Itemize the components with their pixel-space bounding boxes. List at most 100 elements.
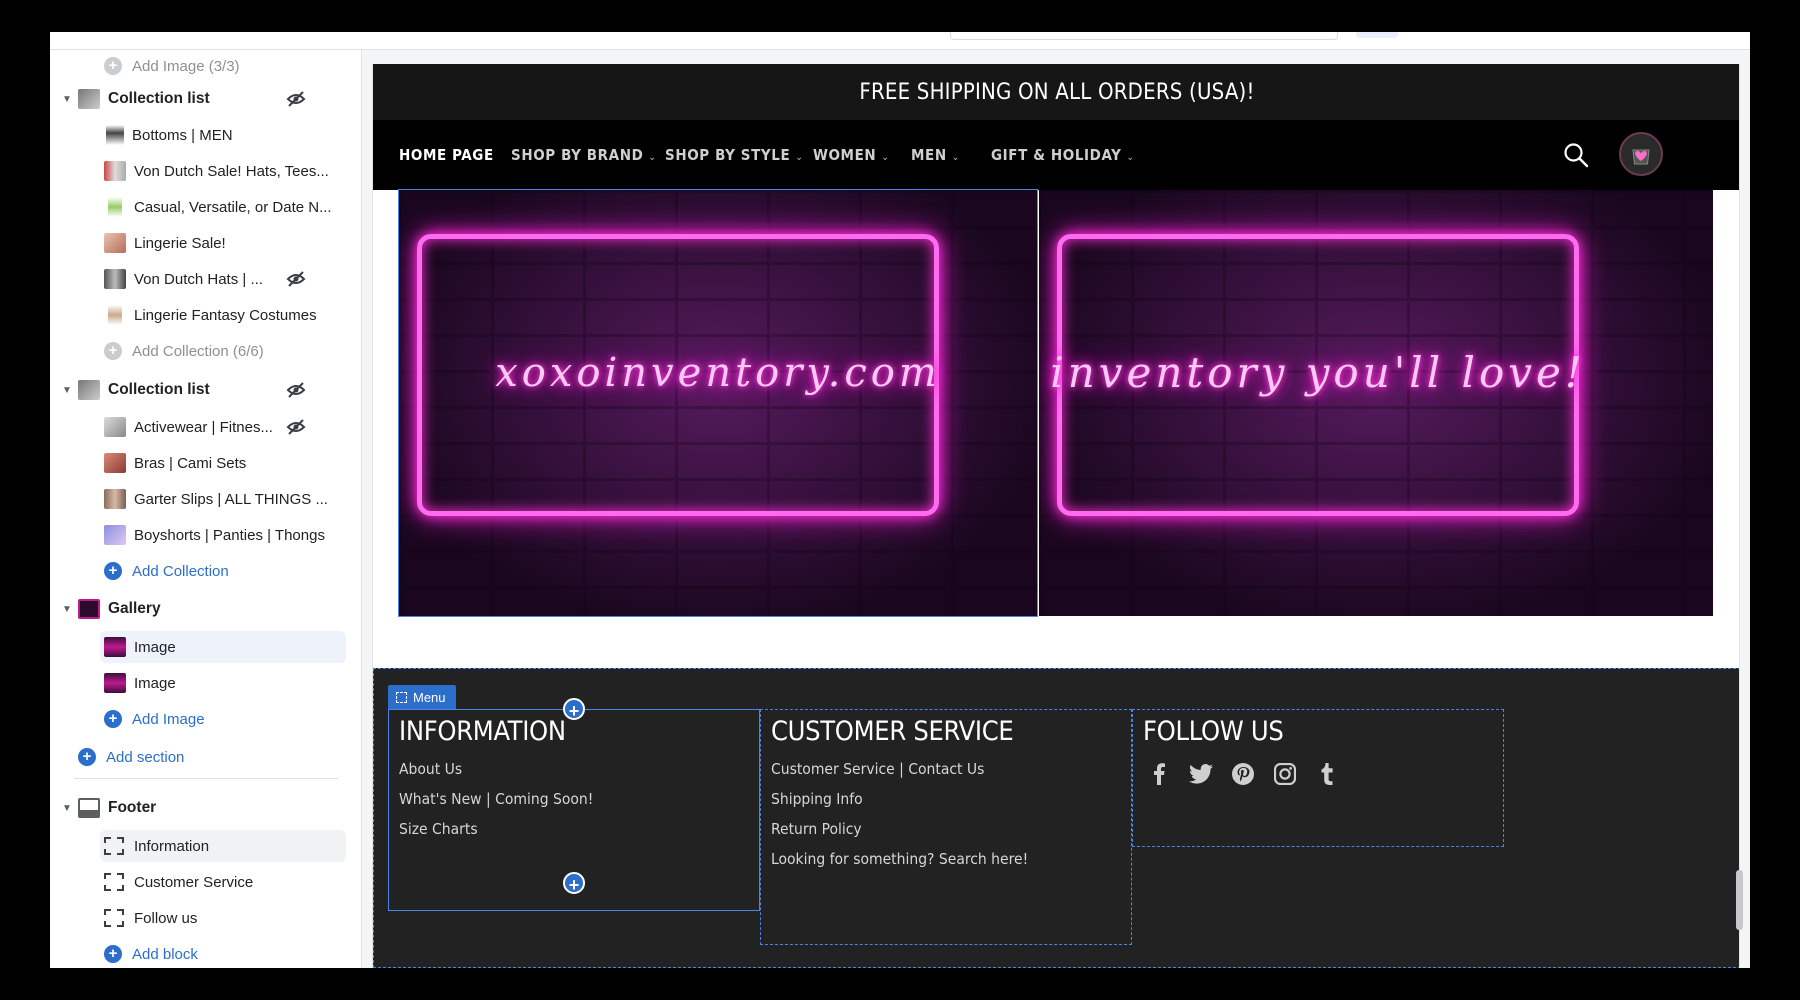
collection-thumbnail xyxy=(104,525,126,545)
sidebar-item-label: Collection list xyxy=(108,90,210,107)
collection-list-icon xyxy=(78,380,100,400)
collection-list-icon xyxy=(78,89,100,109)
sidebar-item-bottoms-men[interactable]: Bottoms | MEN xyxy=(50,118,361,152)
nav-men[interactable]: MEN ⌄ xyxy=(911,146,960,164)
footer-link-whats-new[interactable]: What's New | Coming Soon! xyxy=(399,790,593,808)
footer-icon xyxy=(78,798,100,818)
sidebar-item-follow-us[interactable]: Follow us xyxy=(50,901,361,935)
footer-heading: INFORMATION xyxy=(399,716,566,747)
footer-link-search[interactable]: Looking for something? Search here! xyxy=(771,850,1028,868)
sidebar-item-customer-service[interactable]: Customer Service xyxy=(50,865,361,899)
collection-thumbnail xyxy=(108,305,122,325)
caret-down-icon[interactable]: ▼ xyxy=(56,803,78,814)
sidebar-item-von-dutch-hats[interactable]: Von Dutch Hats | ... xyxy=(50,262,361,296)
nav-label: SHOP BY BRAND xyxy=(511,146,644,164)
sidebar-item-von-dutch-sale[interactable]: Von Dutch Sale! Hats, Tees... xyxy=(50,154,361,188)
add-image-button[interactable]: + Add Image xyxy=(50,702,361,736)
twitter-icon[interactable] xyxy=(1189,762,1213,786)
sidebar-item-boyshorts[interactable]: Boyshorts | Panties | Thongs xyxy=(50,518,361,552)
footer-column-follow-us[interactable]: FOLLOW US xyxy=(1132,709,1504,847)
storefront-page: FREE SHIPPING ON ALL ORDERS (USA)! HOME … xyxy=(372,64,1740,968)
editor-window: + Add Image (3/3) ▼ Collection list Bott… xyxy=(50,32,1750,968)
add-block-bottom-button[interactable]: + xyxy=(563,872,585,895)
collection-thumbnail xyxy=(108,197,122,217)
footer-link-size-charts[interactable]: Size Charts xyxy=(399,820,478,838)
gallery-image-left[interactable]: xoxoinventory.com xyxy=(398,189,1038,617)
sidebar-item-information[interactable]: Information xyxy=(50,829,361,863)
collection-thumbnail xyxy=(104,161,126,181)
sidebar-item-collection-list-2[interactable]: ▼ Collection list xyxy=(50,373,361,407)
nav-label: MEN xyxy=(911,146,947,164)
sidebar-item-label: Lingerie Sale! xyxy=(134,234,226,252)
chevron-down-icon: ⌄ xyxy=(795,152,804,163)
add-collection-button[interactable]: + Add Collection xyxy=(50,554,361,588)
sidebar-item-image-2[interactable]: Image xyxy=(50,666,361,700)
gallery-section[interactable]: xoxoinventory.com inventory you'll love! xyxy=(398,189,1713,617)
nav-shop-by-brand[interactable]: SHOP BY BRAND ⌄ xyxy=(511,146,657,164)
cart-button[interactable] xyxy=(1619,132,1663,176)
caret-down-icon[interactable]: ▼ xyxy=(56,604,78,615)
add-icon: + xyxy=(104,710,122,728)
sidebar-item-gallery[interactable]: ▼ Gallery xyxy=(50,592,361,626)
image-thumbnail xyxy=(104,637,126,657)
add-image-item[interactable]: + Add Image (3/3) xyxy=(50,50,361,83)
caret-down-icon[interactable]: ▼ xyxy=(56,94,78,105)
sidebar-item-label: Add Image xyxy=(132,710,205,728)
hidden-eye-icon[interactable] xyxy=(286,91,306,107)
url-field[interactable] xyxy=(950,32,1338,40)
tumblr-icon[interactable] xyxy=(1315,762,1339,786)
sidebar-item-footer[interactable]: ▼ Footer xyxy=(50,791,361,825)
heart-bag-icon xyxy=(1632,149,1650,165)
gallery-image-right[interactable]: inventory you'll love! xyxy=(1039,190,1713,616)
footer-link-return-policy[interactable]: Return Policy xyxy=(771,820,862,838)
sidebar-item-collection-list[interactable]: ▼ Collection list xyxy=(50,82,361,116)
sidebar-item-lingerie-sale[interactable]: Lingerie Sale! xyxy=(50,226,361,260)
preview-scrollbar[interactable] xyxy=(1736,870,1743,930)
add-collection-disabled[interactable]: + Add Collection (6/6) xyxy=(50,334,361,368)
caret-down-icon[interactable]: ▼ xyxy=(56,385,78,396)
search-icon[interactable] xyxy=(1563,142,1589,168)
sidebar-item-label: Garter Slips | ALL THINGS ... xyxy=(134,490,328,508)
sidebar-item-image-1[interactable]: Image xyxy=(50,630,361,664)
block-icon xyxy=(104,909,124,927)
hidden-eye-icon[interactable] xyxy=(286,382,306,398)
nav-label: SHOP BY STYLE xyxy=(665,146,791,164)
facebook-icon[interactable] xyxy=(1147,762,1171,786)
store-preview: FREE SHIPPING ON ALL ORDERS (USA)! HOME … xyxy=(362,50,1750,968)
hidden-eye-icon[interactable] xyxy=(286,271,306,287)
block-icon xyxy=(396,691,407,703)
add-block-button[interactable]: + Add block xyxy=(50,937,361,968)
collection-thumbnail xyxy=(104,269,126,289)
collection-thumbnail xyxy=(104,489,126,509)
hidden-eye-icon[interactable] xyxy=(286,419,306,435)
footer-link-about-us[interactable]: About Us xyxy=(399,760,462,778)
sidebar-item-activewear[interactable]: Activewear | Fitnes... xyxy=(50,410,361,444)
add-block-top-button[interactable]: + xyxy=(563,698,585,721)
sidebar-item-casual[interactable]: Casual, Versatile, or Date N... xyxy=(50,190,361,224)
topbar-button[interactable] xyxy=(1356,32,1398,38)
footer-link-contact-us[interactable]: Customer Service | Contact Us xyxy=(771,760,984,778)
nav-label: WOMEN xyxy=(813,146,877,164)
sidebar-item-label: Activewear | Fitnes... xyxy=(134,418,273,436)
instagram-icon[interactable] xyxy=(1273,762,1297,786)
sidebar-item-label: Lingerie Fantasy Costumes xyxy=(134,306,317,324)
footer-link-shipping-info[interactable]: Shipping Info xyxy=(771,790,863,808)
nav-gift-holiday[interactable]: GIFT & HOLIDAY ⌄ xyxy=(991,146,1135,164)
nav-shop-by-style[interactable]: SHOP BY STYLE ⌄ xyxy=(665,146,803,164)
footer-column-customer-service[interactable]: CUSTOMER SERVICE Customer Service | Cont… xyxy=(760,709,1132,945)
footer-section[interactable]: Menu INFORMATION About Us What's New | C… xyxy=(373,668,1739,968)
block-icon xyxy=(104,837,124,855)
nav-home-page[interactable]: HOME PAGE xyxy=(399,146,494,164)
sidebar-item-bras[interactable]: Bras | Cami Sets xyxy=(50,446,361,480)
sidebar-item-label: Bras | Cami Sets xyxy=(134,454,247,472)
sidebar-item-lingerie-fantasy[interactable]: Lingerie Fantasy Costumes xyxy=(50,298,361,332)
sidebar-item-garter-slips[interactable]: Garter Slips | ALL THINGS ... xyxy=(50,482,361,516)
sidebar-item-label: Add block xyxy=(132,945,198,963)
nav-women[interactable]: WOMEN ⌄ xyxy=(813,146,889,164)
pinterest-icon[interactable] xyxy=(1231,762,1255,786)
add-icon: + xyxy=(104,57,122,75)
menu-block-tag[interactable]: Menu xyxy=(388,685,456,709)
collection-thumbnail xyxy=(106,125,124,145)
add-section-button[interactable]: + Add section xyxy=(50,740,361,774)
gallery-icon xyxy=(78,599,100,619)
